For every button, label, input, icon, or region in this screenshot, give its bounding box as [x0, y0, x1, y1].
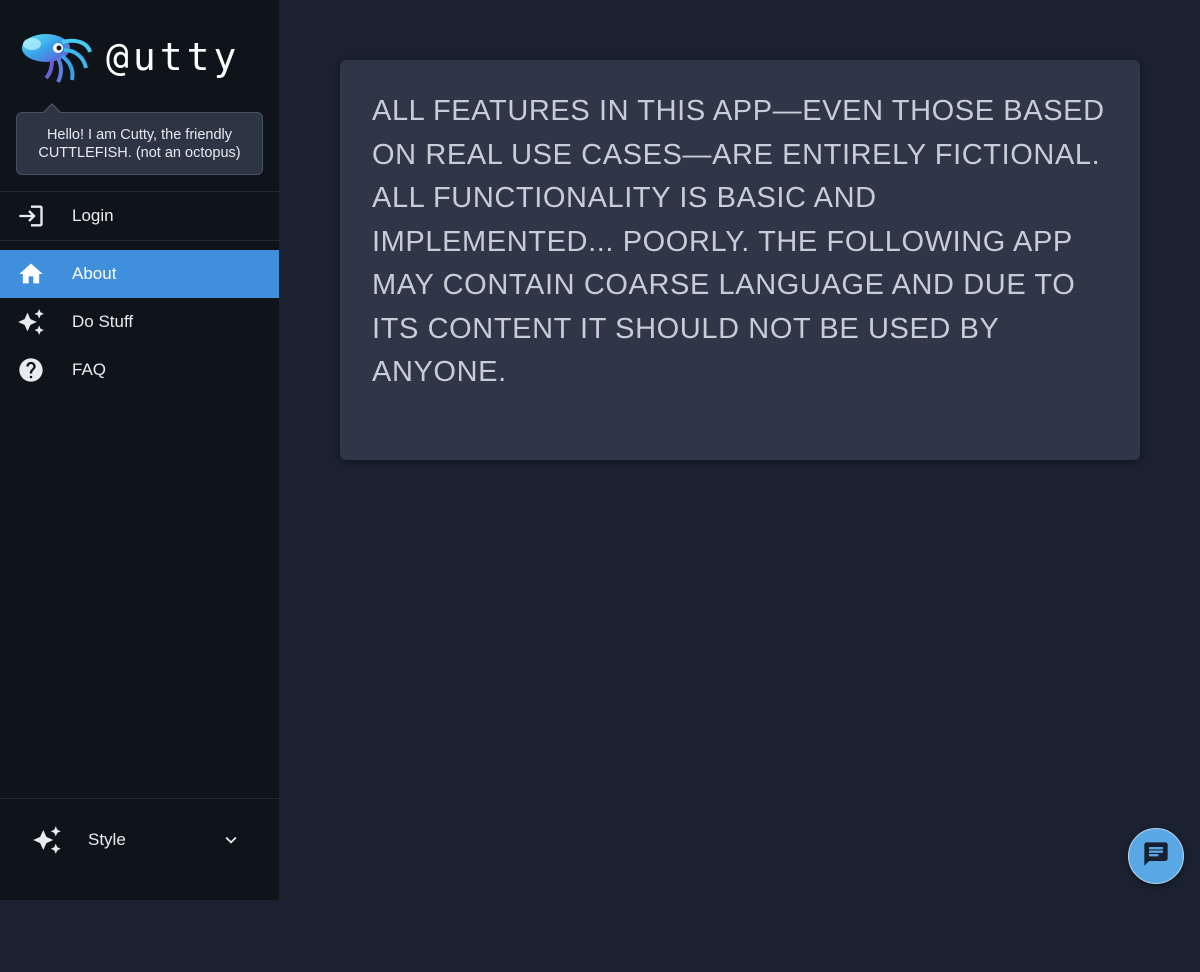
cuttlefish-icon	[18, 24, 96, 89]
disclaimer-card: ALL FEATURES IN THIS APP—EVEN THOSE BASE…	[340, 60, 1140, 460]
home-icon	[17, 260, 45, 288]
help-circle-icon	[17, 356, 45, 384]
chat-icon	[1142, 840, 1170, 873]
tooltip-line-2: CUTTLEFISH. (not an octopus)	[38, 145, 241, 161]
sidebar: @utty Hello! I am Cutty, the friendly CU…	[0, 0, 279, 900]
style-menu-toggle[interactable]: Style	[0, 812, 279, 868]
nav-item-login[interactable]: Login	[0, 192, 279, 240]
nav-item-do-stuff[interactable]: Do Stuff	[0, 298, 279, 346]
login-icon	[17, 202, 45, 230]
style-menu-label: Style	[88, 830, 126, 849]
tooltip-line-1: Hello! I am Cutty, the friendly	[46, 127, 233, 143]
divider	[0, 240, 279, 241]
nav-do-stuff-label: Do Stuff	[72, 312, 134, 331]
nav-faq-label: FAQ	[72, 360, 107, 379]
nav-about-label: About	[72, 264, 117, 283]
nav-login-label: Login	[72, 206, 114, 225]
nav-item-about[interactable]: About	[0, 250, 279, 298]
sparkles-icon	[17, 308, 45, 336]
disclaimer-text: ALL FEATURES IN THIS APP—EVEN THOSE BASE…	[372, 95, 1105, 388]
chat-button[interactable]	[1128, 828, 1184, 884]
app-logo[interactable]: @utty	[18, 24, 240, 89]
app-wordmark: @utty	[106, 34, 241, 79]
mascot-tooltip: Hello! I am Cutty, the friendly CUTTLEFI…	[16, 103, 263, 175]
sparkles-icon	[32, 825, 62, 855]
nav-item-faq[interactable]: FAQ	[0, 346, 279, 394]
chevron-down-icon[interactable]	[220, 829, 242, 851]
divider	[0, 798, 279, 799]
